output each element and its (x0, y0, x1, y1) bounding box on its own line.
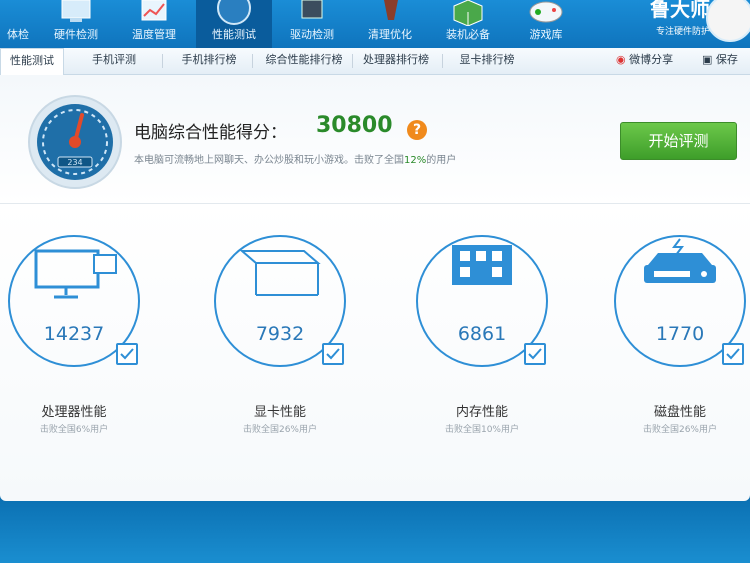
gauge-label: 234 (67, 158, 82, 167)
broom-icon (384, 0, 398, 20)
cpu-icon (34, 249, 117, 299)
nav-item-hardware[interactable]: 硬件检测 (38, 0, 114, 48)
help-icon[interactable]: ? (407, 120, 427, 140)
save-label: 保存 (715, 53, 738, 66)
camera-icon: ▣ (702, 53, 713, 66)
hardware-icon (61, 0, 91, 22)
save-button[interactable]: ▣ 保存 (702, 48, 738, 74)
nav-item-essentials[interactable]: 装机必备 (430, 0, 506, 48)
memory-score: 6861 (457, 323, 507, 345)
desc-text: 本电脑可流畅地上网聊天、办公炒股和玩小游戏。击败了全国 (134, 155, 404, 166)
tab-separator (442, 54, 443, 68)
nav-item-games[interactable]: 游戏库 (508, 0, 584, 48)
tab-phone-review[interactable]: 手机评测 (84, 48, 144, 74)
brand: 鲁大师 专注硬件防护 (650, 0, 710, 37)
tab-gpu-ranking[interactable]: 显卡排行榜 (450, 48, 524, 74)
weibo-share-button[interactable]: ◉ 微博分享 (616, 48, 673, 74)
disk-icon (644, 238, 716, 283)
temperature-icon (141, 0, 167, 21)
nav-label: 硬件检测 (54, 28, 98, 41)
brand-name: 鲁大师 (650, 0, 710, 21)
gpu-score: 7932 (255, 323, 305, 345)
nav-label: 游戏库 (529, 28, 563, 41)
weibo-icon: ◉ (616, 53, 626, 66)
driver-icon (301, 0, 323, 19)
nav-label: 温度管理 (132, 28, 176, 41)
tab-separator (352, 54, 353, 68)
brand-tagline: 专注硬件防护 (655, 27, 710, 37)
memory-icon (452, 245, 512, 285)
gpu-beat: 击败全国26%用户 (242, 425, 317, 435)
gpu-card[interactable]: 7932 显卡性能 击败全国26%用户 (214, 235, 354, 475)
nav-label: 性能测试 (212, 28, 256, 41)
nav-item-temperature[interactable]: 温度管理 (116, 0, 192, 48)
start-benchmark-button[interactable]: 开始评测 (620, 122, 737, 160)
cpu-beat: 击败全国6%用户 (39, 425, 109, 435)
speedometer-icon (217, 0, 251, 25)
nav-item-driver[interactable]: 驱动检测 (274, 0, 350, 48)
tab-performance-test[interactable]: 性能测试 (0, 48, 64, 76)
desktop-background (0, 501, 750, 563)
check-icon (116, 343, 138, 365)
nav-item-cleanup[interactable]: 清理优化 (352, 0, 428, 48)
gpu-label: 显卡性能 (253, 405, 306, 420)
tab-phone-ranking[interactable]: 手机排行榜 (174, 48, 244, 74)
check-icon (722, 343, 744, 365)
memory-beat: 击败全国10%用户 (444, 425, 519, 435)
tab-separator (162, 54, 163, 68)
nav-label: 体检 (7, 28, 29, 41)
speedometer-icon: 234 (28, 95, 122, 189)
gpu-icon (239, 250, 321, 296)
memory-label: 内存性能 (455, 405, 508, 420)
top-navigation: 体检 硬件检测 温度管理 性能测试 驱动检测 清理优化 装机必备 游戏库 鲁大师… (0, 0, 750, 48)
check-icon (524, 343, 546, 365)
mascot-avatar (706, 0, 750, 42)
cpu-label: 处理器性能 (41, 405, 107, 420)
score-description: 本电脑可流畅地上网聊天、办公炒股和玩小游戏。击败了全国12%的用户 (134, 151, 456, 166)
nav-item-checkup[interactable]: 体检 (0, 0, 36, 48)
gamepad-icon (529, 1, 563, 23)
check-icon (322, 343, 344, 365)
box-icon (453, 0, 483, 26)
total-score: 30800 (316, 113, 393, 138)
disk-score: 1770 (655, 323, 705, 345)
performance-panel: 234 电脑综合性能得分： 30800 ? 本电脑可流畅地上网聊天、办公炒股和玩… (0, 75, 750, 501)
tab-overall-ranking[interactable]: 综合性能排行榜 (258, 48, 350, 74)
weibo-share-label: 微博分享 (629, 53, 674, 66)
nav-label: 驱动检测 (290, 28, 334, 41)
tab-separator (252, 54, 253, 68)
desc-percent: 12% (404, 155, 427, 166)
tab-strip: 性能测试 手机评测 手机排行榜 综合性能排行榜 处理器排行榜 显卡排行榜 ◉ 微… (0, 48, 750, 76)
disk-beat: 击败全国26%用户 (642, 425, 717, 435)
tab-cpu-ranking[interactable]: 处理器排行榜 (356, 48, 436, 74)
divider (0, 203, 750, 204)
cpu-card[interactable]: 14237 处理器性能 击败全国6%用户 (8, 235, 148, 475)
cpu-score: 14237 (43, 323, 105, 345)
desc-text-end: 的用户 (426, 155, 457, 166)
score-title: 电脑综合性能得分： (134, 123, 287, 143)
memory-card[interactable]: 6861 内存性能 击败全国10%用户 (416, 235, 556, 475)
nav-label: 清理优化 (368, 28, 412, 41)
nav-item-performance[interactable]: 性能测试 (196, 0, 272, 48)
disk-card[interactable]: 1770 磁盘性能 击败全国26%用户 (614, 235, 750, 475)
disk-label: 磁盘性能 (653, 405, 706, 420)
nav-label: 装机必备 (446, 28, 490, 41)
